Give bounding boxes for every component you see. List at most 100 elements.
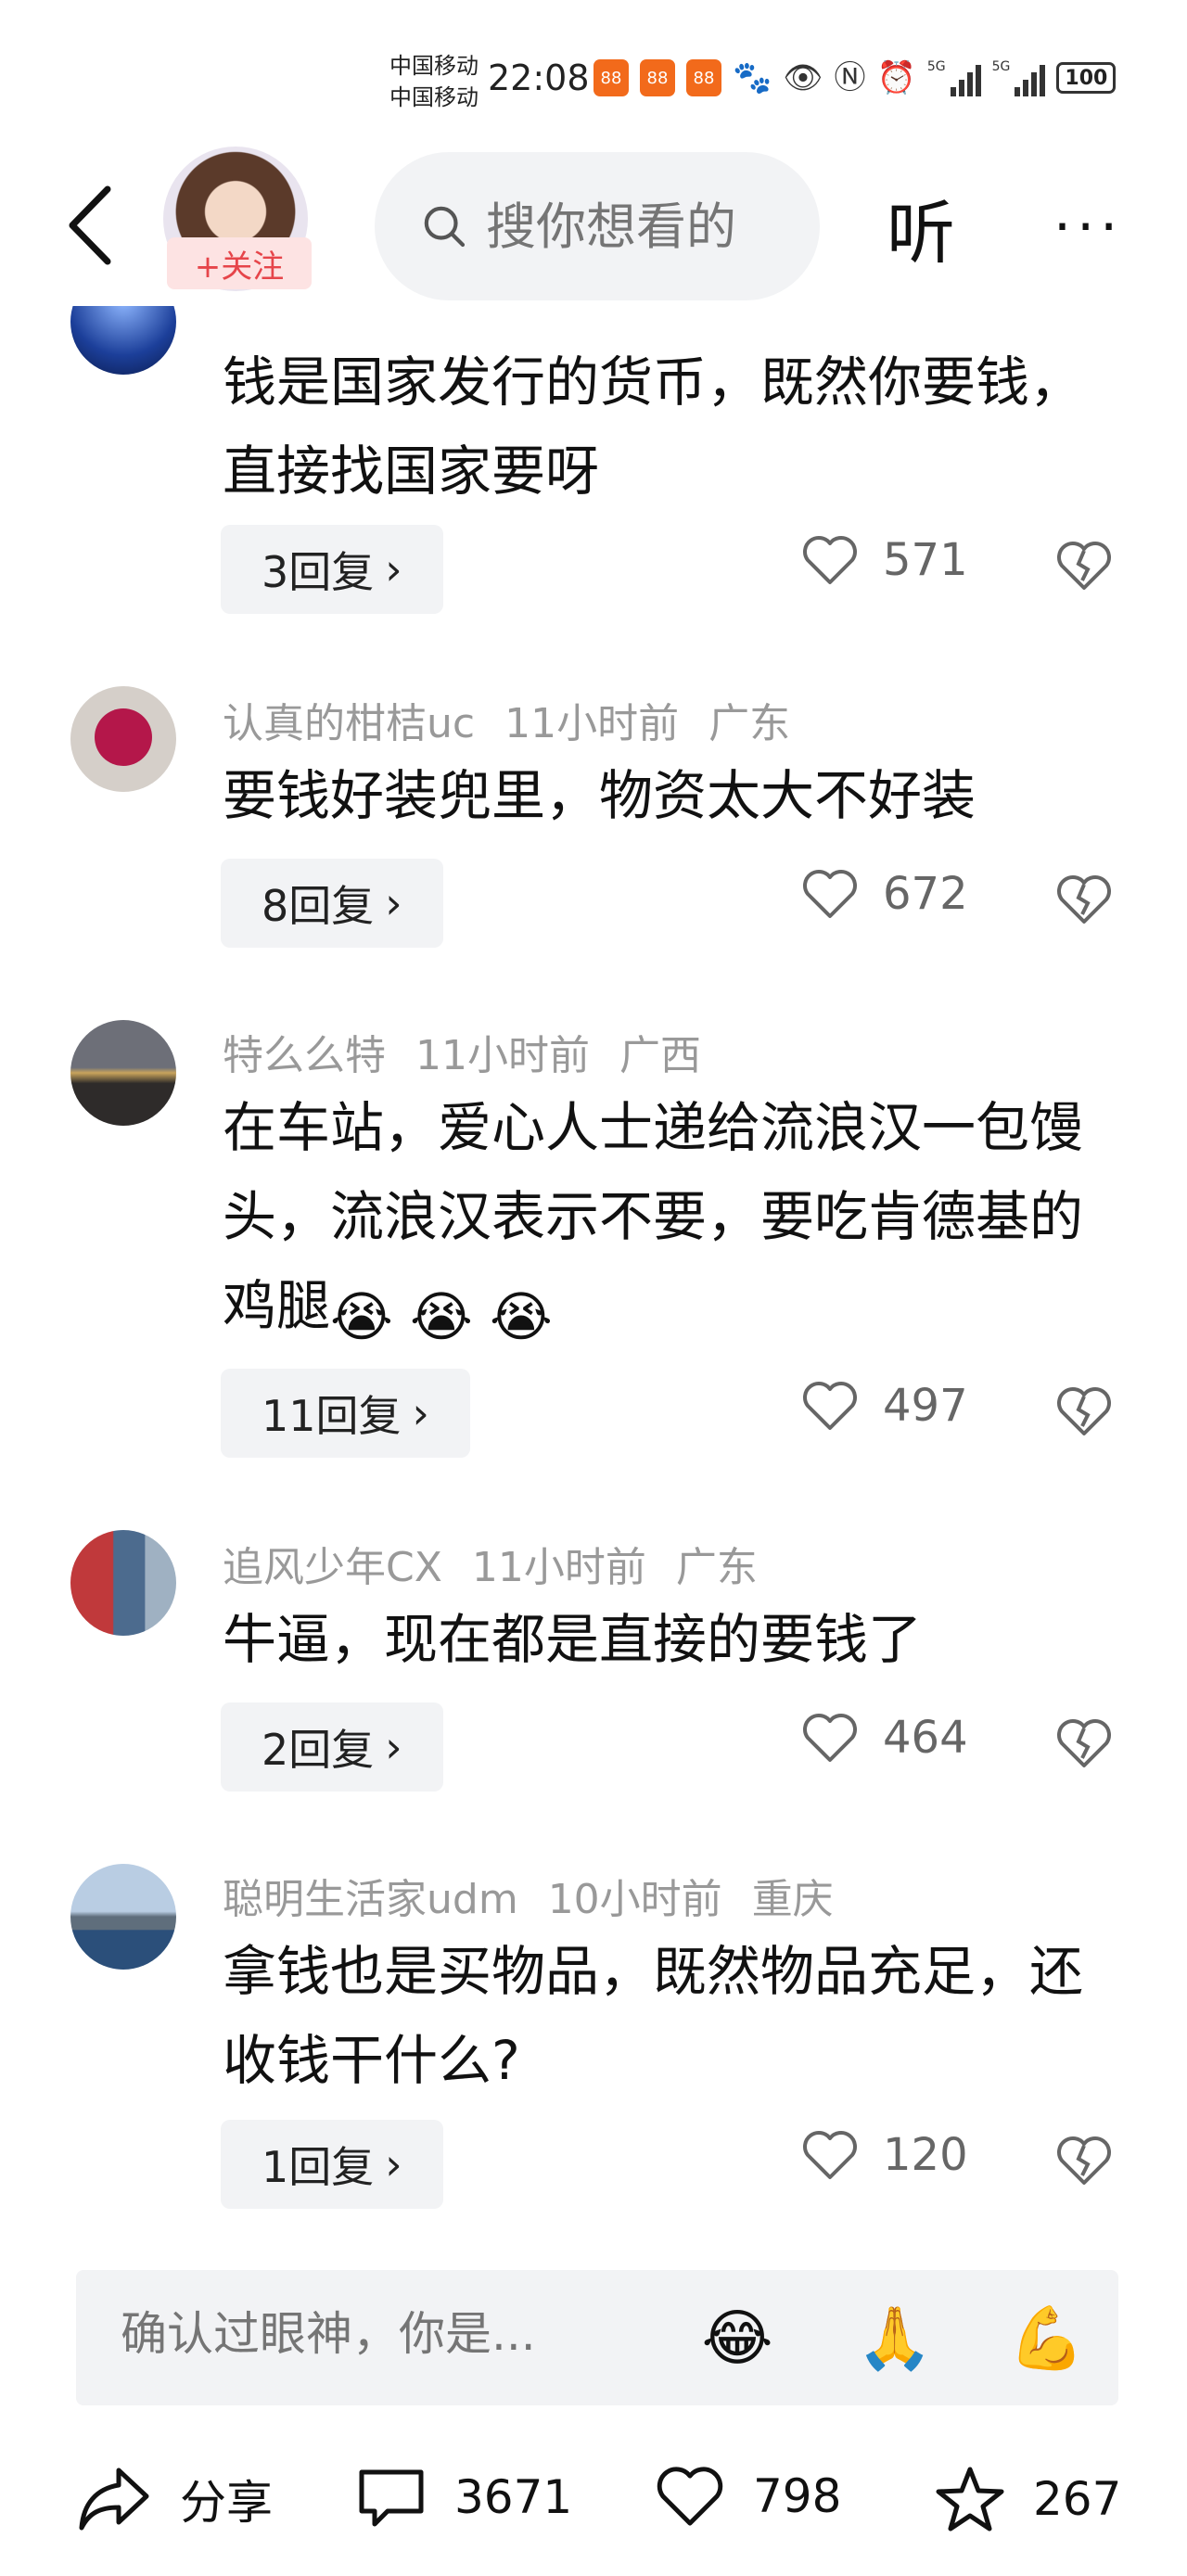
share-button[interactable]: 分享 bbox=[76, 2465, 273, 2533]
favorite-count: 267 bbox=[1033, 2472, 1122, 2526]
like-button[interactable]: 571 bbox=[801, 534, 968, 586]
commenter-name[interactable]: 追风少年CX bbox=[223, 1544, 442, 1591]
comment-meta: 追风少年CX 11小时前 广东 bbox=[223, 1534, 787, 1593]
back-icon[interactable] bbox=[63, 184, 119, 267]
replies-label: 3回复 bbox=[262, 547, 375, 597]
alarm-icon: ⏰ bbox=[876, 59, 916, 96]
follow-button[interactable]: +关注 bbox=[167, 237, 312, 289]
carrier-2: 中国移动 bbox=[389, 84, 479, 110]
status-icons: 88 88 88 🐾 👁 Ⓝ ⏰ 5G 5G 100 bbox=[594, 59, 1117, 96]
more-button[interactable]: ··· bbox=[1053, 195, 1123, 260]
replies-label: 8回复 bbox=[262, 881, 375, 931]
app-notification-icon: 88 bbox=[594, 59, 629, 96]
flexed-biceps-emoji-icon[interactable]: 💪 bbox=[1005, 2300, 1089, 2378]
broken-heart-icon[interactable] bbox=[1055, 874, 1113, 925]
comment-location: 广东 bbox=[675, 1544, 758, 1591]
like-button[interactable]: 497 bbox=[801, 1380, 968, 1432]
like-button[interactable]: 120 bbox=[801, 2129, 968, 2181]
replies-button[interactable]: 11回复 › bbox=[221, 1369, 470, 1458]
comment-time: 10小时前 bbox=[547, 1876, 722, 1923]
commenter-avatar[interactable] bbox=[70, 1530, 176, 1636]
replies-label: 11回复 bbox=[262, 1391, 402, 1441]
app-notification-icon: 88 bbox=[686, 59, 721, 96]
crying-laughing-emoji-icon: 😭 bbox=[410, 1284, 473, 1348]
comment-meta: 认真的柑桔uc 11小时前 广东 bbox=[223, 690, 820, 749]
search-box[interactable] bbox=[375, 152, 820, 300]
comment-count: 3671 bbox=[454, 2470, 573, 2524]
like-count: 571 bbox=[883, 534, 968, 586]
heart-icon bbox=[803, 870, 857, 918]
like-count: 464 bbox=[883, 1712, 968, 1764]
carrier-1: 中国移动 bbox=[389, 53, 479, 79]
replies-button[interactable]: 1回复 › bbox=[221, 2120, 443, 2209]
comment-meta: 聪明生活家udm 10小时前 重庆 bbox=[223, 1866, 863, 1925]
comment-icon bbox=[359, 2469, 424, 2527]
like-button[interactable]: 672 bbox=[801, 868, 968, 920]
chevron-right-icon: › bbox=[385, 544, 402, 594]
chevron-right-icon: › bbox=[412, 1388, 429, 1438]
crying-laughing-emoji-icon: 😭 bbox=[330, 1284, 393, 1348]
comment-time: 11小时前 bbox=[415, 1032, 590, 1079]
praying-hands-emoji-icon[interactable]: 🙏 bbox=[853, 2300, 937, 2378]
bottom-action-bar: 分享 3671 798 267 bbox=[0, 2448, 1187, 2576]
heart-icon bbox=[803, 536, 857, 584]
comment-text: 牛逼，现在都是直接的要钱了 bbox=[223, 1608, 923, 1671]
commenter-avatar[interactable] bbox=[70, 686, 176, 792]
chevron-right-icon: › bbox=[385, 878, 402, 928]
comment-text: 要钱好装兜里，物资太大不好装 bbox=[223, 764, 976, 827]
broken-heart-icon[interactable] bbox=[1055, 1385, 1113, 1437]
signal-icon: 5G bbox=[992, 59, 1046, 96]
search-icon bbox=[424, 206, 466, 248]
replies-button[interactable]: 3回复 › bbox=[221, 525, 443, 614]
commenter-avatar[interactable] bbox=[70, 1864, 176, 1970]
like-article-button[interactable]: 798 bbox=[655, 2465, 841, 2528]
replies-label: 1回复 bbox=[262, 2142, 375, 2192]
replies-button[interactable]: 2回复 › bbox=[221, 1702, 443, 1792]
like-count: 120 bbox=[883, 2129, 968, 2181]
broken-heart-icon[interactable] bbox=[1055, 2135, 1113, 2187]
comment-text: 钱是国家发行的货币，既然你要钱，直接找国家要呀 bbox=[223, 351, 1084, 503]
crying-laughing-emoji-icon: 😭 bbox=[490, 1284, 553, 1348]
comment-time: 11小时前 bbox=[471, 1544, 646, 1591]
heart-icon bbox=[657, 2467, 723, 2526]
signal-icon: 5G bbox=[927, 59, 981, 96]
comment-time: 11小时前 bbox=[504, 700, 680, 747]
broken-heart-icon[interactable] bbox=[1055, 540, 1113, 592]
eye-icon: 👁 bbox=[783, 59, 823, 96]
favorite-button[interactable]: 267 bbox=[935, 2465, 1121, 2533]
commenter-name[interactable]: 认真的柑桔uc bbox=[223, 700, 475, 747]
like-button[interactable]: 464 bbox=[801, 1712, 968, 1764]
commenter-name[interactable]: 特么么特 bbox=[223, 1032, 386, 1079]
broken-heart-icon[interactable] bbox=[1055, 1717, 1113, 1769]
commenter-name[interactable]: 聪明生活家udm bbox=[223, 1876, 518, 1923]
comment-text: 拿钱也是买物品，既然物品充足，还收钱干什么? bbox=[223, 1940, 1084, 2092]
listen-button[interactable]: 听 bbox=[887, 178, 955, 277]
chevron-right-icon: › bbox=[385, 2139, 402, 2189]
nfc-icon: Ⓝ bbox=[834, 59, 866, 96]
like-count: 497 bbox=[883, 1380, 968, 1432]
carrier-labels: 中国移动 中国移动 bbox=[389, 50, 479, 113]
search-input[interactable] bbox=[486, 197, 820, 256]
commenter-avatar[interactable] bbox=[70, 1020, 176, 1126]
comment-location: 重庆 bbox=[751, 1876, 834, 1923]
comment-input-box[interactable]: 😂 🙏 💪 bbox=[76, 2270, 1118, 2405]
app-notification-icon: 88 bbox=[640, 59, 675, 96]
top-nav: +关注 听 ··· bbox=[0, 139, 1187, 306]
share-label: 分享 bbox=[180, 2476, 273, 2530]
star-icon bbox=[936, 2467, 1004, 2531]
heart-icon bbox=[803, 1714, 857, 1762]
comment-location: 广西 bbox=[619, 1032, 701, 1079]
laughing-emoji-icon[interactable]: 😂 bbox=[696, 2300, 779, 2378]
chevron-right-icon: › bbox=[385, 1722, 402, 1772]
article-like-count: 798 bbox=[753, 2469, 842, 2523]
status-time: 22:08 bbox=[488, 57, 590, 98]
like-count: 672 bbox=[883, 868, 968, 920]
heart-icon bbox=[803, 2131, 857, 2179]
comment-input[interactable] bbox=[121, 2307, 640, 2361]
share-icon bbox=[79, 2468, 149, 2531]
comment-text: 在车站，爱心人士递给流浪汉一包馒头，流浪汉表示不要，要吃肯德基的鸡腿😭 😭 😭 bbox=[223, 1083, 1131, 1350]
replies-button[interactable]: 8回复 › bbox=[221, 859, 443, 948]
comments-button[interactable]: 3671 bbox=[356, 2465, 572, 2530]
replies-label: 2回复 bbox=[262, 1725, 375, 1775]
paw-icon: 🐾 bbox=[733, 59, 772, 96]
